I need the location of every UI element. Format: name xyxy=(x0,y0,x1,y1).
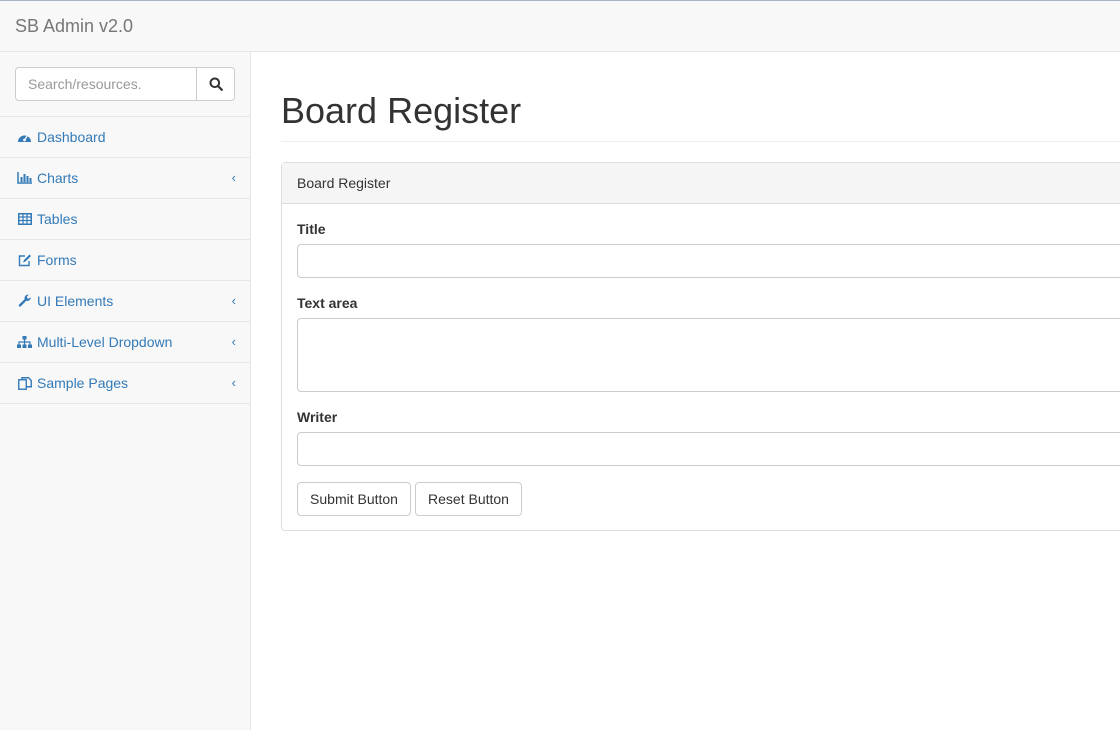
divider xyxy=(281,141,1120,142)
sitemap-icon xyxy=(17,335,32,349)
page-wrapper: Board Register Board Register Title Text… xyxy=(251,52,1120,730)
chevron-left-icon: ‹ xyxy=(231,334,236,349)
sidebar-item-multi-level-dropdown[interactable]: Multi-Level Dropdown ‹ xyxy=(0,322,250,363)
sidebar-item-tables[interactable]: Tables xyxy=(0,199,250,240)
table-icon xyxy=(17,212,32,226)
sidebar-item-label: Sample Pages xyxy=(37,375,129,391)
sidebar-item-charts[interactable]: Charts ‹ xyxy=(0,158,250,199)
sidebar-item-label: Charts xyxy=(37,170,79,186)
board-register-panel: Board Register Title Text area Writer Su… xyxy=(281,162,1120,531)
brand-link[interactable]: SB Admin v2.0 xyxy=(15,16,133,37)
bar-chart-icon xyxy=(17,171,32,185)
search-input[interactable] xyxy=(15,67,197,101)
chevron-left-icon: ‹ xyxy=(231,293,236,308)
edit-icon xyxy=(17,253,32,267)
wrench-icon xyxy=(17,294,32,308)
reset-button[interactable]: Reset Button xyxy=(415,482,522,516)
page-title: Board Register xyxy=(281,90,522,131)
top-navbar: SB Admin v2.0 xyxy=(0,0,1120,52)
writer-label: Writer xyxy=(297,409,338,425)
search-icon xyxy=(209,77,223,91)
sidebar-search xyxy=(0,52,250,117)
submit-button[interactable]: Submit Button xyxy=(297,482,411,516)
files-icon xyxy=(17,376,32,390)
sidebar-item-dashboard[interactable]: Dashboard xyxy=(0,117,250,158)
sidebar-item-label: Dashboard xyxy=(37,129,106,145)
search-button[interactable] xyxy=(196,67,235,101)
dashboard-icon xyxy=(17,130,32,144)
title-label: Title xyxy=(297,221,326,237)
text-area-input[interactable] xyxy=(297,318,1120,392)
panel-heading: Board Register xyxy=(282,163,1120,204)
sidebar-item-label: UI Elements xyxy=(37,293,114,309)
chevron-left-icon: ‹ xyxy=(231,170,236,185)
sidebar: Dashboard Charts ‹ Tables xyxy=(0,52,251,730)
writer-input[interactable] xyxy=(297,432,1120,466)
sidebar-item-label: Multi-Level Dropdown xyxy=(37,334,173,350)
sidebar-item-label: Tables xyxy=(37,211,78,227)
title-input[interactable] xyxy=(297,244,1120,278)
text-area-label: Text area xyxy=(297,295,358,311)
chevron-left-icon: ‹ xyxy=(231,375,236,390)
sidebar-item-sample-pages[interactable]: Sample Pages ‹ xyxy=(0,363,250,404)
sidebar-item-label: Forms xyxy=(37,252,77,268)
sidebar-item-forms[interactable]: Forms xyxy=(0,240,250,281)
sidebar-item-ui-elements[interactable]: UI Elements ‹ xyxy=(0,281,250,322)
